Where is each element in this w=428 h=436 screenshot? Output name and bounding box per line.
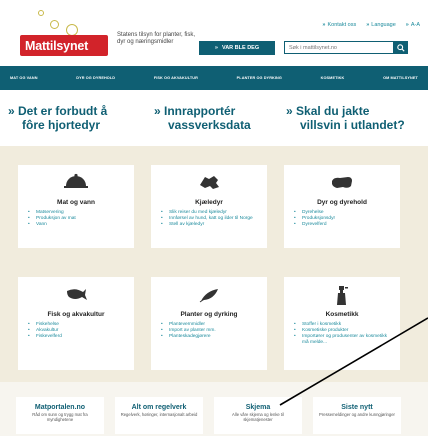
category-card-mat-og-vann[interactable]: Mat og vann Matservering Produksjon av m…: [18, 165, 134, 248]
search-input[interactable]: [284, 41, 394, 54]
site-header: Mattilsynet Statens tilsyn for planter, …: [0, 0, 428, 66]
category-title: Kosmetikk: [325, 311, 359, 318]
footer-box-title: Siste nytt: [341, 404, 373, 411]
category-link[interactable]: Stell av kjæledyr: [161, 222, 261, 228]
category-link[interactable]: Importører og produsenter av kosmetikk m…: [294, 334, 394, 346]
category-link-list: Plantevernmidler Import av planter mm. P…: [161, 322, 261, 340]
highlight-title: fôre hjortedyr: [22, 118, 101, 132]
cow-icon: [332, 177, 352, 188]
double-chevron-icon: »: [8, 104, 19, 118]
double-chevron-icon: »: [286, 104, 297, 118]
footer-box-title: Alt om regelverk: [131, 404, 187, 411]
footer-box-siste-nytt[interactable]: Siste nytt Pressemeldinger og andre kunn…: [313, 397, 401, 434]
category-title: Kjæledyr: [195, 199, 223, 206]
category-card-planter-og-dyrking[interactable]: Planter og dyrking Plantevernmidler Impo…: [151, 277, 267, 370]
mattilsynet-logo[interactable]: Mattilsynet: [20, 35, 108, 56]
spray-bottle-icon: [337, 286, 348, 305]
highlight-title: villsvin i utlandet?: [300, 118, 405, 132]
category-title: Dyr og dyrehold: [317, 199, 367, 206]
category-card-fisk-og-akvakultur[interactable]: Fisk og akvakultur Fiskehelse Akvakultur…: [18, 277, 134, 370]
footer-box-subtitle: Råd om sunn og trygg mat fra myndigheten…: [32, 412, 88, 422]
nav-item-dyr-og-dyrehold[interactable]: DYR OG DYREHOLD: [76, 76, 115, 80]
category-link-list: Matservering Produksjon av mat Vann: [28, 210, 128, 228]
category-link[interactable]: Planteskadegjørere: [161, 334, 261, 340]
nav-item-planter-og-dyrking[interactable]: PLANTER OG DYRKING: [237, 76, 282, 80]
utility-links: » Kontakt oss » Language » A-A: [322, 22, 420, 28]
category-link-list: Fiskehelse Akvakultur Fiskevelferd: [28, 322, 128, 340]
highlight-title: Skal du jakte: [296, 104, 370, 118]
language-link[interactable]: » Language: [366, 22, 396, 28]
contact-link[interactable]: » Kontakt oss: [322, 22, 356, 28]
highlight-link-1[interactable]: » Det er forbudt å fôre hjortedyr: [8, 104, 107, 132]
category-link[interactable]: Vann: [28, 222, 128, 228]
category-link-list: Dyrehelse Produksjonsdyr Dyrevelferd: [294, 210, 394, 228]
logo-bubble-decoration: [50, 20, 59, 29]
footer-box-matportalen[interactable]: Matportalen.no Råd om sunn og trygg mat …: [16, 397, 104, 434]
footer-box-regelverk[interactable]: Alt om regelverk Regelverk, høringer, in…: [115, 397, 203, 434]
category-card-dyr-og-dyrehold[interactable]: Dyr og dyrehold Dyrehelse Produksjonsdyr…: [284, 165, 400, 248]
nav-item-om-mattilsynet[interactable]: OM MATTILSYNET: [383, 76, 418, 80]
nav-item-fisk-og-akvakultur[interactable]: FISK OG AKVAKULTUR: [154, 76, 198, 80]
category-link[interactable]: Fiskevelferd: [28, 334, 128, 340]
category-title: Planter og dyrking: [180, 311, 238, 318]
menu-button[interactable]: » VAR BLE DEG: [199, 41, 275, 55]
font-size-link[interactable]: » A-A: [406, 22, 420, 28]
search-icon: [397, 43, 405, 52]
footer-box-title: Skjema: [245, 404, 271, 411]
logo-bubble-decoration: [38, 10, 44, 16]
dog-icon: [200, 176, 219, 189]
footer-box-subtitle: Pressemeldinger og andre kunngjøringer: [319, 412, 395, 417]
highlight-title: Det er forbudt å: [18, 104, 108, 118]
chevron-right-icon: »: [214, 45, 218, 51]
category-link-list: Slik reiser du med kjæledyr Innførsel av…: [161, 210, 261, 228]
category-title: Fisk og akvakultur: [47, 311, 105, 318]
category-card-kosmetikk[interactable]: Kosmetikk Stoffer i kosmetikk Kosmetiske…: [284, 277, 400, 370]
category-link[interactable]: Dyrevelferd: [294, 222, 394, 228]
footer-box-title: Matportalen.no: [34, 404, 86, 411]
menu-button-label: VAR BLE DEG: [221, 45, 260, 51]
highlight-link-3[interactable]: » Skal du jakte villsvin i utlandet?: [286, 104, 405, 132]
highlight-link-2[interactable]: » Innrapportér vassverksdata: [154, 104, 251, 132]
category-title: Mat og vann: [57, 199, 95, 206]
logo-text: Mattilsynet: [25, 39, 89, 53]
cloche-icon: [64, 173, 88, 188]
site-tagline: Statens tilsyn for planter, fisk, dyr og…: [117, 32, 196, 45]
nav-item-kosmetikk[interactable]: KOSMETIKK: [321, 76, 345, 80]
footer-box-subtitle: Alle våre skjema og lenke til skjematjen…: [232, 412, 284, 422]
double-chevron-icon: »: [154, 104, 165, 118]
nav-item-mat-og-vann[interactable]: MAT OG VANN: [10, 76, 38, 80]
footer-box-skjema[interactable]: Skjema Alle våre skjema og lenke til skj…: [214, 397, 302, 434]
highlight-title: vassverksdata: [168, 118, 251, 132]
search-button[interactable]: [394, 41, 408, 54]
main-navigation: MAT OG VANN DYR OG DYREHOLD FISK OG AKVA…: [0, 66, 428, 90]
category-link-list: Stoffer i kosmetikk Kosmetiske produkter…: [294, 322, 394, 346]
fish-icon: [67, 289, 87, 300]
footer-box-subtitle: Regelverk, høringer, internasjonalt arbe…: [120, 412, 198, 417]
leaf-icon: [199, 289, 218, 303]
highlight-title: Innrapportér: [164, 104, 236, 118]
category-card-kjaeledyr[interactable]: Kjæledyr Slik reiser du med kjæledyr Inn…: [151, 165, 267, 248]
